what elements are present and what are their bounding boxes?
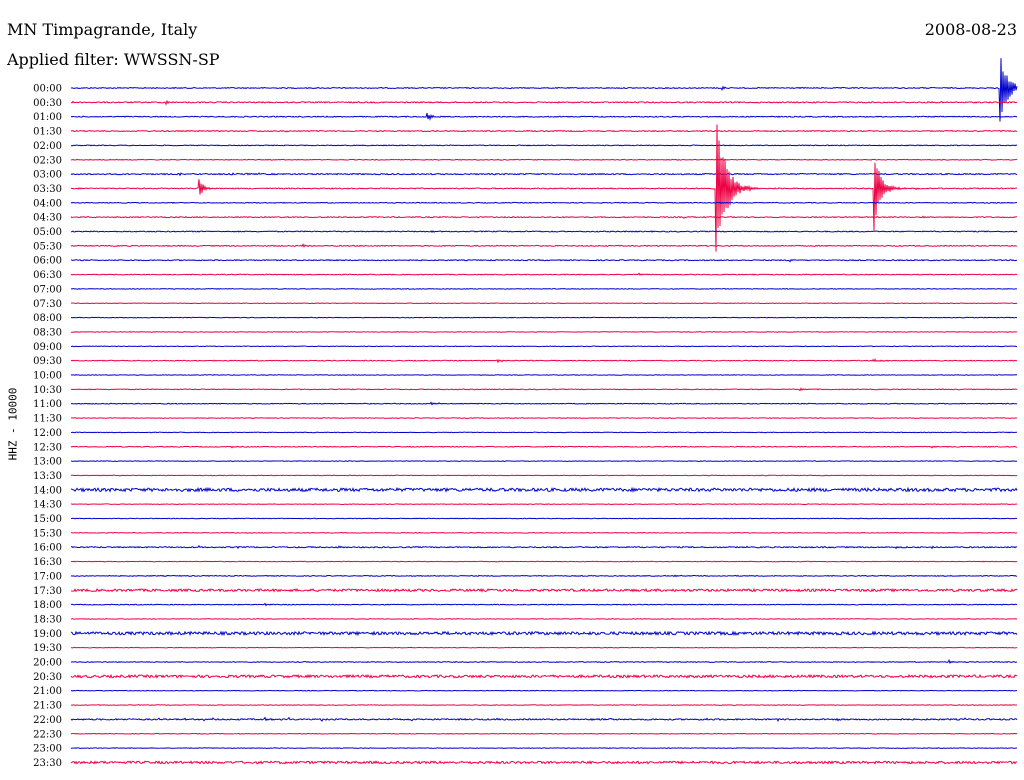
time-label: 09:30 bbox=[33, 356, 62, 367]
trace-line bbox=[70, 602, 1018, 607]
trace-line bbox=[70, 258, 1018, 263]
time-label: 14:00 bbox=[33, 485, 62, 496]
time-label: 11:00 bbox=[33, 399, 62, 410]
time-label: 17:00 bbox=[33, 571, 62, 582]
trace-line bbox=[70, 760, 1018, 765]
trace-line bbox=[71, 331, 1018, 333]
time-label: 20:00 bbox=[33, 658, 62, 669]
trace-line bbox=[70, 689, 1018, 692]
time-label: 01:00 bbox=[33, 112, 62, 123]
time-label: 23:30 bbox=[33, 758, 62, 769]
trace-line bbox=[70, 288, 1018, 290]
time-label: 21:00 bbox=[33, 686, 62, 697]
trace-line bbox=[70, 560, 1018, 563]
trace-line bbox=[70, 129, 1018, 133]
trace-line bbox=[70, 732, 1018, 735]
time-label: 01:30 bbox=[33, 127, 62, 138]
trace-line bbox=[70, 658, 1018, 665]
trace-line bbox=[70, 58, 1018, 122]
time-label: 06:00 bbox=[33, 256, 62, 267]
time-label: 05:30 bbox=[33, 241, 62, 252]
trace-line bbox=[70, 201, 1018, 204]
time-label: 23:00 bbox=[33, 744, 62, 755]
time-label: 15:00 bbox=[33, 514, 62, 525]
time-label: 14:30 bbox=[33, 500, 62, 511]
time-label: 00:00 bbox=[33, 84, 62, 95]
trace-line bbox=[70, 474, 1018, 477]
time-label: 09:00 bbox=[33, 342, 62, 353]
time-label: 00:30 bbox=[33, 98, 62, 109]
time-label: 16:00 bbox=[33, 543, 62, 554]
time-label: 15:30 bbox=[33, 528, 62, 539]
time-label: 18:30 bbox=[33, 614, 62, 625]
trace-line bbox=[70, 517, 1018, 520]
trace-line bbox=[70, 673, 1018, 679]
time-label: 10:00 bbox=[33, 371, 62, 382]
trace-line bbox=[70, 618, 1018, 620]
trace-line bbox=[70, 445, 1018, 449]
trace-line bbox=[70, 587, 1018, 593]
time-label: 22:30 bbox=[33, 729, 62, 740]
trace-line bbox=[70, 144, 1018, 147]
trace-line bbox=[70, 230, 1018, 234]
time-label: 22:00 bbox=[33, 715, 62, 726]
time-label: 18:00 bbox=[33, 600, 62, 611]
trace-line bbox=[70, 531, 1018, 534]
trace-line bbox=[70, 99, 1018, 106]
time-label: 05:00 bbox=[33, 227, 62, 238]
trace-line bbox=[70, 358, 1018, 364]
time-label: 11:30 bbox=[33, 414, 62, 425]
helicorder-plot: 00:00 00:30 01:00 01:30 02:00 02:30 03:00 03:30… bbox=[33, 58, 1018, 769]
time-label: 02:00 bbox=[33, 141, 62, 152]
helicorder-page: MN Timpagrande, Italy Applied filter: WW… bbox=[0, 0, 1024, 780]
trace-line bbox=[70, 630, 1018, 637]
time-label: 02:30 bbox=[33, 155, 62, 166]
trace-line bbox=[70, 401, 1018, 406]
trace-line bbox=[70, 387, 1018, 392]
trace-line bbox=[70, 158, 1018, 161]
trace-line bbox=[70, 243, 1018, 248]
time-label: 08:30 bbox=[33, 327, 62, 338]
time-label: 12:00 bbox=[33, 428, 62, 439]
time-label: 08:00 bbox=[33, 313, 62, 324]
trace-line bbox=[70, 460, 1018, 462]
trace-line bbox=[70, 431, 1018, 434]
trace-line bbox=[70, 716, 1018, 722]
trace-line bbox=[70, 302, 1018, 305]
time-label: 06:30 bbox=[33, 270, 62, 281]
trace-line bbox=[70, 374, 1018, 376]
time-label: 10:30 bbox=[33, 385, 62, 396]
time-label: 03:30 bbox=[33, 184, 62, 195]
trace-line bbox=[70, 124, 1018, 252]
time-label: 04:00 bbox=[33, 198, 62, 209]
trace-line bbox=[70, 316, 1018, 319]
trace-line bbox=[70, 544, 1018, 550]
time-label: 07:30 bbox=[33, 299, 62, 310]
time-label: 19:00 bbox=[33, 629, 62, 640]
time-label: 03:00 bbox=[33, 170, 62, 181]
time-label: 21:30 bbox=[33, 701, 62, 712]
trace-line bbox=[70, 272, 1018, 276]
time-label: 16:30 bbox=[33, 557, 62, 568]
time-label: 07:00 bbox=[33, 284, 62, 295]
time-label: 04:30 bbox=[33, 213, 62, 224]
trace-line bbox=[70, 345, 1018, 348]
trace-line bbox=[70, 417, 1018, 419]
trace-line bbox=[70, 574, 1018, 578]
trace-line bbox=[70, 747, 1018, 749]
time-label: 17:30 bbox=[33, 586, 62, 597]
time-label: 12:30 bbox=[33, 442, 62, 453]
trace-line bbox=[70, 503, 1018, 506]
time-label: 13:30 bbox=[33, 471, 62, 482]
trace-line bbox=[70, 112, 1018, 121]
trace-line bbox=[70, 646, 1018, 649]
time-label: 19:30 bbox=[33, 643, 62, 654]
time-label: 20:30 bbox=[33, 672, 62, 683]
trace-line bbox=[70, 215, 1018, 219]
trace-line bbox=[70, 704, 1018, 706]
time-label: 13:00 bbox=[33, 457, 62, 468]
trace-line bbox=[70, 486, 1018, 493]
